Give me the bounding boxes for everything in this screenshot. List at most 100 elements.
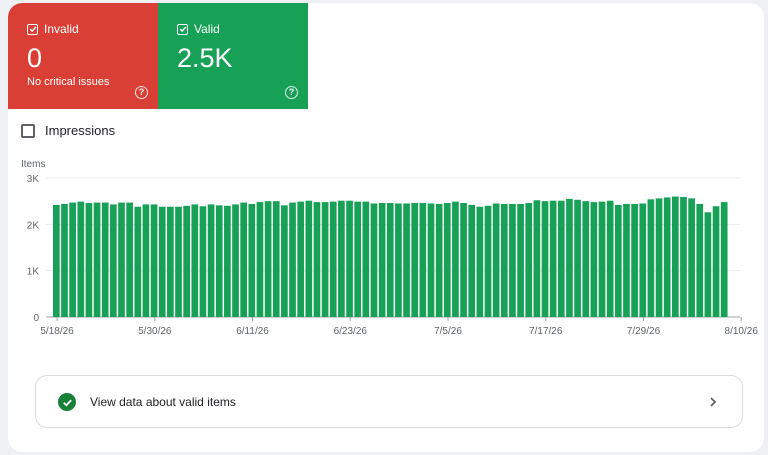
bar [492, 203, 500, 317]
bar [696, 203, 704, 317]
impressions-toggle[interactable]: Impressions [21, 123, 115, 138]
bar [582, 201, 590, 317]
bar [435, 203, 443, 317]
x-tick-label: 5/30/26 [138, 326, 172, 337]
bar [370, 203, 378, 317]
bar [305, 200, 313, 317]
x-tick-label: 5/18/26 [40, 326, 74, 337]
bar [175, 206, 182, 317]
bar [663, 197, 671, 317]
bar [142, 204, 150, 317]
bar [598, 201, 606, 317]
bar [484, 205, 492, 317]
valid-tile[interactable]: Valid 2.5K ? [158, 3, 308, 109]
bar [631, 203, 638, 317]
bar [688, 198, 695, 317]
bar [346, 200, 353, 317]
bar [704, 212, 712, 317]
bar [468, 204, 476, 317]
bar [191, 204, 199, 317]
bar [224, 205, 231, 317]
bar [158, 206, 166, 317]
bar [281, 205, 288, 317]
bar [134, 206, 142, 317]
report-card: Invalid 0 No critical issues ? Valid 2.5… [8, 3, 764, 452]
bar [509, 203, 516, 317]
bar [590, 202, 598, 317]
bar [574, 199, 581, 317]
valid-items-chart: Items 0 1K 2K 3K 5/18/26 5/30/26 6/11/26 6/23/26… [21, 159, 759, 337]
impressions-checkbox[interactable] [21, 123, 35, 138]
x-tick-label: 8/10/26 [725, 326, 759, 337]
bar [150, 204, 158, 317]
invalid-count: 0 [27, 43, 43, 73]
check-circle-icon [58, 393, 76, 411]
bar [77, 201, 85, 317]
bar [517, 203, 524, 317]
bar [53, 204, 60, 317]
bar [557, 200, 565, 317]
bar [720, 202, 728, 317]
bar [232, 204, 239, 317]
bar [614, 204, 622, 317]
question-icon[interactable]: ? [285, 86, 298, 99]
bar [403, 203, 410, 317]
bar [452, 201, 459, 317]
y-tick-label: 2K [27, 220, 40, 231]
invalid-label: Invalid [44, 22, 79, 36]
invalid-checkbox-icon[interactable] [27, 23, 38, 35]
bar [647, 199, 655, 317]
valid-checkbox-icon[interactable] [177, 23, 188, 35]
bar [427, 203, 435, 317]
bar [240, 202, 248, 317]
bar [671, 196, 679, 317]
bar [69, 202, 76, 317]
bar [655, 198, 663, 317]
y-tick-label: 3K [27, 174, 40, 185]
invalid-tile-header: Invalid [27, 22, 79, 36]
bar [566, 198, 573, 317]
bar [411, 203, 419, 317]
bar [541, 201, 549, 317]
view-valid-items-label: View data about valid items [90, 395, 236, 409]
bar [61, 203, 68, 317]
chevron-right-icon [710, 397, 717, 407]
bar [313, 202, 321, 317]
bar [85, 203, 93, 317]
bar [289, 202, 296, 317]
bar [199, 206, 207, 317]
y-tick-label: 0 [33, 313, 39, 324]
bar [354, 201, 362, 317]
x-tick-label: 6/11/26 [236, 326, 269, 337]
valid-count: 2.5K [177, 43, 233, 73]
impressions-label: Impressions [45, 123, 116, 138]
invalid-tile[interactable]: Invalid 0 No critical issues ? [8, 3, 158, 109]
bar [207, 204, 215, 317]
bar [378, 203, 386, 317]
bar [419, 203, 427, 317]
view-valid-items-link[interactable]: View data about valid items [35, 375, 743, 428]
bar [362, 201, 370, 317]
invalid-subtext: No critical issues [27, 76, 110, 88]
bar [93, 202, 101, 317]
bar [476, 206, 484, 317]
y-tick-label: 1K [27, 267, 40, 278]
bar [126, 202, 133, 317]
bar [712, 206, 720, 317]
bar [167, 206, 174, 317]
question-icon[interactable]: ? [135, 86, 148, 99]
bar [338, 200, 345, 317]
bar [639, 203, 647, 317]
bar [395, 203, 402, 317]
bar [533, 200, 541, 317]
x-tick-label: 7/17/26 [529, 326, 563, 337]
bar [525, 203, 533, 317]
bar [386, 203, 394, 317]
bar [500, 203, 508, 317]
x-tick-label: 7/5/26 [434, 326, 462, 337]
bar [549, 200, 557, 317]
y-axis-label: Items [21, 159, 45, 170]
bar [264, 201, 272, 317]
bar [443, 203, 451, 317]
bar [321, 202, 329, 317]
